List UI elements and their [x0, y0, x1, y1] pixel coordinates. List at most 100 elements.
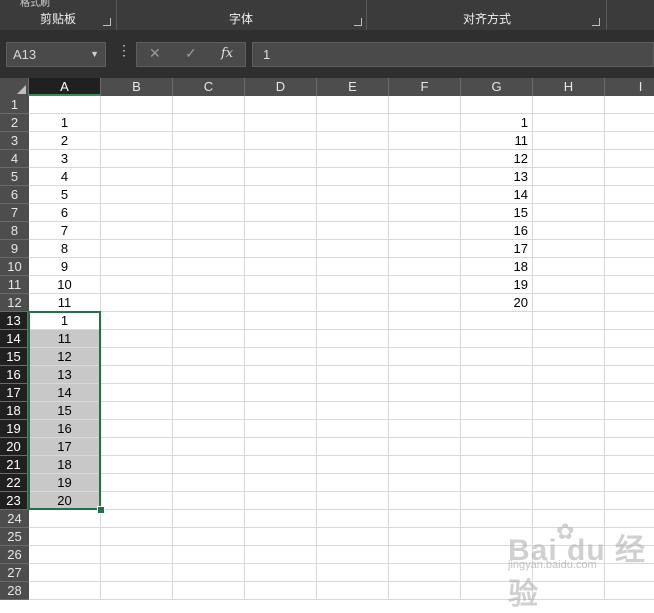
- cell-d20[interactable]: [245, 438, 317, 456]
- cell-d1[interactable]: [245, 96, 317, 114]
- row-header-2[interactable]: 2: [0, 114, 29, 132]
- cell-a6[interactable]: 5: [29, 186, 101, 204]
- row-header-20[interactable]: 20: [0, 438, 29, 456]
- row-header-22[interactable]: 22: [0, 474, 29, 492]
- cell-i6[interactable]: [605, 186, 654, 204]
- cell-d19[interactable]: [245, 420, 317, 438]
- cell-a7[interactable]: 6: [29, 204, 101, 222]
- cell-d10[interactable]: [245, 258, 317, 276]
- cell-c8[interactable]: [173, 222, 245, 240]
- cell-h23[interactable]: [533, 492, 605, 510]
- cell-i15[interactable]: [605, 348, 654, 366]
- cancel-icon[interactable]: ✕: [149, 45, 161, 62]
- cell-d7[interactable]: [245, 204, 317, 222]
- cell-e4[interactable]: [317, 150, 389, 168]
- cell-e6[interactable]: [317, 186, 389, 204]
- cell-i27[interactable]: [605, 564, 654, 582]
- cell-g5[interactable]: 13: [461, 168, 533, 186]
- cell-i22[interactable]: [605, 474, 654, 492]
- cell-e10[interactable]: [317, 258, 389, 276]
- cell-c23[interactable]: [173, 492, 245, 510]
- cell-f19[interactable]: [389, 420, 461, 438]
- cell-i25[interactable]: [605, 528, 654, 546]
- cell-f10[interactable]: [389, 258, 461, 276]
- row-header-27[interactable]: 27: [0, 564, 29, 582]
- cell-d11[interactable]: [245, 276, 317, 294]
- cell-i11[interactable]: [605, 276, 654, 294]
- cell-f14[interactable]: [389, 330, 461, 348]
- row-header-3[interactable]: 3: [0, 132, 29, 150]
- cell-b8[interactable]: [101, 222, 173, 240]
- cell-e25[interactable]: [317, 528, 389, 546]
- column-header-b[interactable]: B: [101, 78, 173, 96]
- cell-h2[interactable]: [533, 114, 605, 132]
- cell-h9[interactable]: [533, 240, 605, 258]
- cell-c22[interactable]: [173, 474, 245, 492]
- cell-a23[interactable]: 20: [29, 492, 101, 510]
- cell-f23[interactable]: [389, 492, 461, 510]
- cell-b14[interactable]: [101, 330, 173, 348]
- cell-e19[interactable]: [317, 420, 389, 438]
- cell-d6[interactable]: [245, 186, 317, 204]
- cell-a10[interactable]: 9: [29, 258, 101, 276]
- cell-f16[interactable]: [389, 366, 461, 384]
- cell-b9[interactable]: [101, 240, 173, 258]
- cell-b25[interactable]: [101, 528, 173, 546]
- cell-e28[interactable]: [317, 582, 389, 600]
- cell-c7[interactable]: [173, 204, 245, 222]
- clipboard-launcher-icon[interactable]: [103, 18, 111, 26]
- cell-h21[interactable]: [533, 456, 605, 474]
- cell-c24[interactable]: [173, 510, 245, 528]
- cell-g3[interactable]: 11: [461, 132, 533, 150]
- row-header-5[interactable]: 5: [0, 168, 29, 186]
- row-header-16[interactable]: 16: [0, 366, 29, 384]
- cell-h1[interactable]: [533, 96, 605, 114]
- cell-c26[interactable]: [173, 546, 245, 564]
- cell-d16[interactable]: [245, 366, 317, 384]
- cell-e11[interactable]: [317, 276, 389, 294]
- cell-g10[interactable]: 18: [461, 258, 533, 276]
- cell-d18[interactable]: [245, 402, 317, 420]
- column-header-e[interactable]: E: [317, 78, 389, 96]
- cell-c16[interactable]: [173, 366, 245, 384]
- cell-f12[interactable]: [389, 294, 461, 312]
- cell-g1[interactable]: [461, 96, 533, 114]
- row-header-24[interactable]: 24: [0, 510, 29, 528]
- cell-d9[interactable]: [245, 240, 317, 258]
- cell-i9[interactable]: [605, 240, 654, 258]
- row-header-17[interactable]: 17: [0, 384, 29, 402]
- cell-g7[interactable]: 15: [461, 204, 533, 222]
- cell-i26[interactable]: [605, 546, 654, 564]
- row-header-23[interactable]: 23: [0, 492, 29, 510]
- cell-a12[interactable]: 11: [29, 294, 101, 312]
- cell-b16[interactable]: [101, 366, 173, 384]
- cell-b3[interactable]: [101, 132, 173, 150]
- cell-g19[interactable]: [461, 420, 533, 438]
- cell-i21[interactable]: [605, 456, 654, 474]
- cell-h24[interactable]: [533, 510, 605, 528]
- cell-d5[interactable]: [245, 168, 317, 186]
- column-header-i[interactable]: I: [605, 78, 654, 96]
- chevron-down-icon[interactable]: ▼: [90, 43, 99, 66]
- cell-h28[interactable]: [533, 582, 605, 600]
- cell-i23[interactable]: [605, 492, 654, 510]
- cell-e16[interactable]: [317, 366, 389, 384]
- cell-c6[interactable]: [173, 186, 245, 204]
- formula-input[interactable]: 1: [252, 42, 654, 67]
- cell-f15[interactable]: [389, 348, 461, 366]
- cell-i20[interactable]: [605, 438, 654, 456]
- cell-h22[interactable]: [533, 474, 605, 492]
- cell-b21[interactable]: [101, 456, 173, 474]
- cell-b12[interactable]: [101, 294, 173, 312]
- cell-i4[interactable]: [605, 150, 654, 168]
- cell-f1[interactable]: [389, 96, 461, 114]
- row-header-8[interactable]: 8: [0, 222, 29, 240]
- cell-i13[interactable]: [605, 312, 654, 330]
- cell-e20[interactable]: [317, 438, 389, 456]
- cell-a3[interactable]: 2: [29, 132, 101, 150]
- cell-a22[interactable]: 19: [29, 474, 101, 492]
- column-header-d[interactable]: D: [245, 78, 317, 96]
- cell-a9[interactable]: 8: [29, 240, 101, 258]
- cell-e12[interactable]: [317, 294, 389, 312]
- cell-f8[interactable]: [389, 222, 461, 240]
